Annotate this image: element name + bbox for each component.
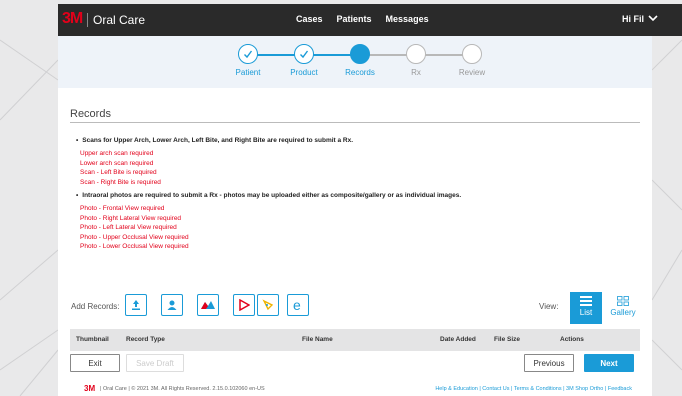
exit-button[interactable]: Exit [70, 354, 120, 372]
upload-record-button[interactable] [125, 294, 147, 316]
step-label: Records [345, 68, 375, 77]
add-e-record-button[interactable]: e [287, 294, 309, 316]
photo-requirement: Intraoral photos are required to submit … [76, 192, 461, 199]
nav-cases[interactable]: Cases [296, 14, 323, 24]
footer-3m-logo: 3M [84, 384, 96, 393]
nav-messages[interactable]: Messages [386, 14, 429, 24]
column-actions: Actions [560, 336, 584, 343]
nav-patients[interactable]: Patients [337, 14, 372, 24]
column-thumbnail: Thumbnail [76, 336, 109, 343]
e-icon: e [293, 298, 301, 312]
top-navbar: 3M Oral Care Cases Patients Messages Hi … [58, 4, 682, 36]
next-button[interactable]: Next [584, 354, 634, 372]
view-list-button[interactable]: List [570, 292, 602, 324]
progress-stepper: Patient Product Records Rx Review [58, 36, 652, 88]
main-panel: Patient Product Records Rx Review Record… [58, 36, 652, 396]
svg-text:e: e [293, 298, 301, 312]
check-icon [294, 44, 314, 64]
check-icon [238, 44, 258, 64]
step-indicator [406, 44, 426, 64]
grid-icon [617, 296, 629, 306]
user-greeting[interactable]: Hi Fil [622, 14, 644, 24]
logo-separator [87, 13, 88, 27]
step-indicator [462, 44, 482, 64]
person-icon [167, 300, 177, 310]
add-scan-button[interactable] [197, 294, 219, 316]
missing-item: Photo - Right Lateral View required [80, 214, 182, 222]
footer-links[interactable]: Help & Education | Contact Us | Terms & … [435, 386, 632, 392]
view-gallery-label: Gallery [610, 308, 636, 317]
step-label: Patient [235, 68, 261, 77]
add-records-label: Add Records: [71, 302, 120, 311]
chevron-down-icon[interactable] [648, 13, 658, 23]
divider [70, 122, 640, 123]
missing-item: Photo - Upper Occlusal View required [80, 233, 189, 241]
missing-item: Lower arch scan required [80, 159, 154, 167]
view-gallery-button[interactable]: Gallery [606, 292, 640, 324]
list-icon [580, 296, 592, 306]
missing-item: Scan - Right Bite is required [80, 178, 161, 186]
add-patient-photo-button[interactable] [161, 294, 183, 316]
column-file-name: File Name [302, 336, 333, 343]
view-list-label: List [579, 308, 593, 317]
brand-name[interactable]: Oral Care [93, 13, 145, 27]
mountain-icon [201, 301, 215, 309]
step-product[interactable]: Product [274, 44, 334, 77]
footer-copyright: | Oral Care | © 2021 3M. All Rights Rese… [100, 386, 265, 392]
step-label: Rx [411, 68, 421, 77]
upload-icon [132, 300, 140, 310]
add-pdf-button[interactable] [233, 294, 255, 316]
missing-item: Scan - Left Bite is required [80, 169, 157, 176]
footer: 3M | Oral Care | © 2021 3M. All Rights R… [58, 384, 652, 396]
step-review: Review [442, 44, 502, 77]
photo-missing-list: Photo - Frontal View required Photo - Ri… [80, 204, 189, 252]
missing-item: Photo - Frontal View required [80, 205, 165, 212]
missing-item: Upper arch scan required [80, 150, 154, 157]
scan-missing-list: Upper arch scan required Lower arch scan… [80, 149, 161, 187]
scan-requirement: Scans for Upper Arch, Lower Arch, Left B… [76, 137, 353, 144]
step-records[interactable]: Records [330, 44, 390, 77]
step-patient[interactable]: Patient [218, 44, 278, 77]
records-table-header: Thumbnail Record Type File Name Date Add… [70, 329, 640, 351]
section-title: Records [70, 108, 111, 120]
step-label: Product [290, 68, 318, 77]
save-draft-button: Save Draft [126, 354, 184, 372]
step-rx: Rx [386, 44, 446, 77]
triangle-icon [262, 299, 274, 311]
column-file-size: File Size [494, 336, 521, 343]
3m-logo[interactable]: 3M [62, 10, 84, 30]
main-nav: Cases Patients Messages [296, 14, 429, 24]
step-label: Review [458, 68, 486, 77]
pdf-icon [239, 299, 250, 311]
previous-button[interactable]: Previous [524, 354, 574, 372]
add-document-button[interactable] [257, 294, 279, 316]
view-label: View: [539, 302, 559, 311]
column-record-type: Record Type [126, 336, 165, 343]
missing-item: Photo - Left Lateral View required [80, 224, 177, 231]
step-active-indicator [350, 44, 370, 64]
missing-item: Photo - Lower Occlusal View required [80, 243, 189, 250]
column-date-added: Date Added [440, 336, 476, 343]
